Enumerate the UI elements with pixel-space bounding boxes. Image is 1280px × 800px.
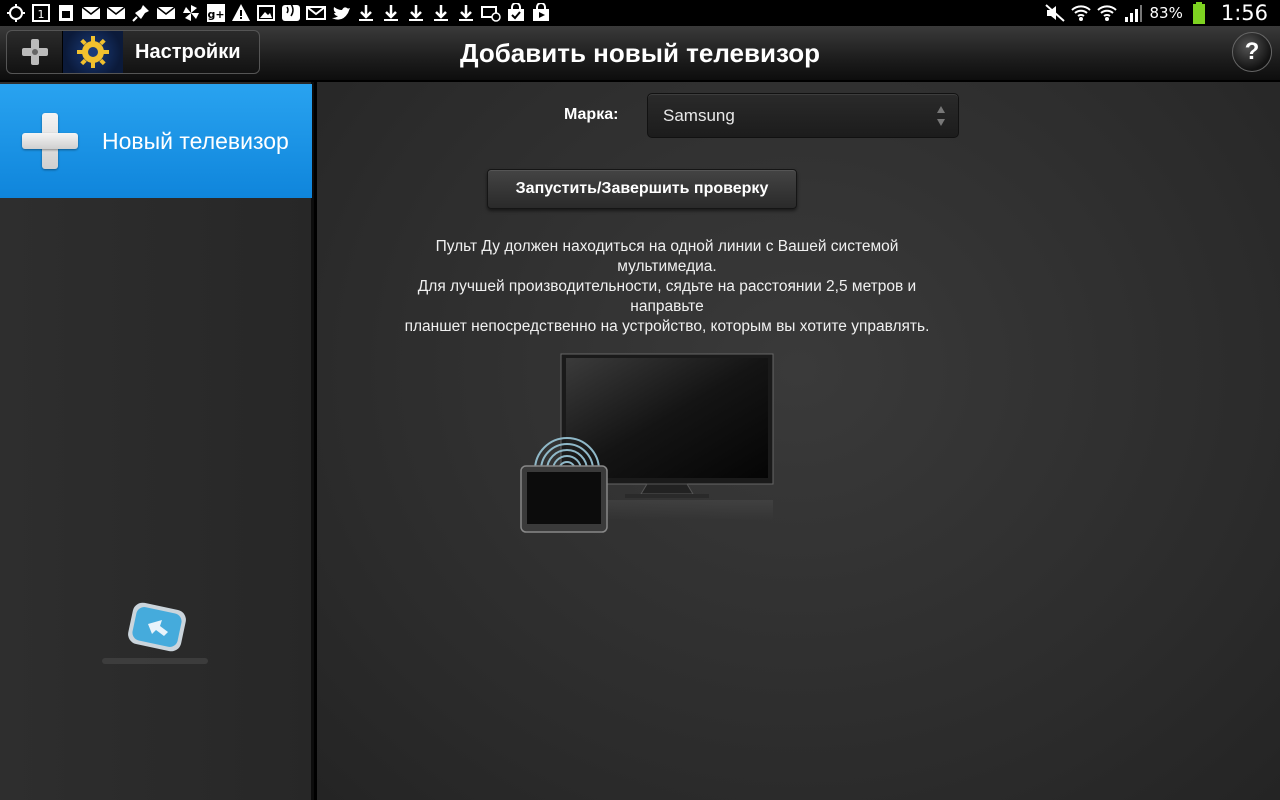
plus-icon [20,111,80,171]
mail-icon [156,3,176,23]
system-indicators: 83% 1:56 [1045,0,1274,26]
page-title: Добавить новый телевизор [460,38,820,68]
clock: 1:56 [1220,1,1268,25]
mute-icon [1045,3,1066,23]
mail-icon [81,3,101,23]
main-panel: Марка: Samsung Запустить/Завершить прове… [317,82,1280,800]
wifi-signal-icon [1097,3,1118,23]
download-icon [456,3,476,23]
battery-percent: 83% [1149,4,1183,22]
instructions-text: Пульт Ду должен находиться на одной лини… [357,237,977,337]
sidebar-item-label: Новый телевизор [102,127,289,154]
tv-tablet-illustration [520,353,774,533]
cell-signal-icon [1123,3,1143,23]
pinwheel-icon [181,3,201,23]
sidebar-item-new-tv[interactable]: Новый телевизор [0,84,312,198]
start-stop-test-button[interactable]: Запустить/Завершить проверку [487,169,797,209]
battery-icon [1189,2,1209,24]
voicemail-icon [281,3,301,23]
instruction-line: Пульт Ду должен находиться на одной лини… [435,238,899,255]
image-icon [256,3,276,23]
sim-icon [56,3,76,23]
location-icon [6,3,26,23]
download-icon [356,3,376,23]
calendar-icon: 1 [31,3,51,23]
brand-label: Марка: [564,106,619,123]
pin-icon [131,3,151,23]
wifi-icon [1071,3,1092,23]
action-bar: Настройки Добавить новый телевизор ? [0,26,1280,82]
gplus-icon: g+ [206,3,226,23]
brand-select[interactable]: Samsung [647,93,959,138]
twitter-icon [331,3,351,23]
help-icon: ? [1244,38,1260,65]
download-icon [381,3,401,23]
sidebar: Новый телевизор [0,82,314,800]
mail-icon [106,3,126,23]
instruction-line: мультимедиа. [617,258,717,275]
svg-text:1: 1 [38,8,45,21]
warning-icon [231,3,251,23]
status-bar: 1 g+ 83% 1:56 [0,0,1280,26]
notification-icons: 1 g+ [6,0,551,26]
select-arrows-icon [937,106,945,126]
download-icon [406,3,426,23]
instruction-line: Для лучшей производительности, сядьте на… [417,278,917,295]
bag-icon [506,3,526,23]
download-icon [431,3,451,23]
brand-value: Samsung [663,105,735,125]
help-button[interactable]: ? [1232,32,1272,72]
play-store-icon [531,3,551,23]
instruction-line: направьте [630,298,704,315]
svg-text:g+: g+ [207,8,224,21]
watermark-logo-icon [102,602,208,664]
gmail-icon [306,3,326,23]
instruction-line: планшет непосредственно на устройство, к… [404,318,930,335]
mail-sync-icon [481,3,501,23]
